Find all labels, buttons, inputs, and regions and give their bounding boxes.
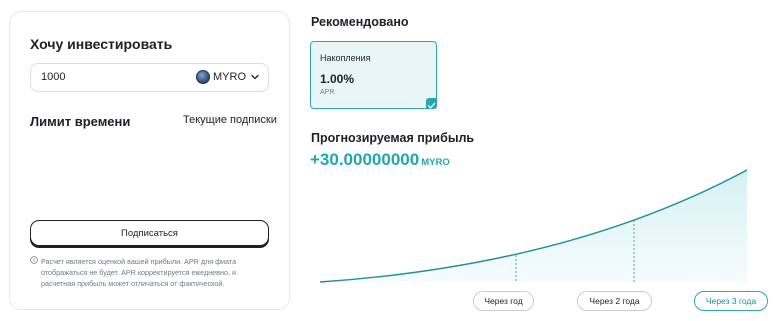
current-subscriptions-link[interactable]: Текущие подписки [183, 114, 277, 126]
period-button-3-years[interactable]: Через 3 года [694, 291, 768, 311]
period-button-1-year[interactable]: Через год [473, 291, 534, 311]
amount-value[interactable]: 1000 [41, 71, 65, 83]
period-button-2-years[interactable]: Через 2 года [577, 291, 652, 311]
checkmark-icon [426, 98, 437, 109]
coin-selector-label[interactable]: MYRO [213, 71, 246, 83]
chevron-down-icon[interactable] [250, 72, 260, 82]
product-name: Накопления [320, 53, 371, 63]
invest-title: Хочу инвестировать [30, 36, 173, 52]
apr-label: APR [320, 89, 335, 96]
recommended-product-card[interactable]: Накопления 1.00% APR [310, 41, 437, 109]
profit-title: Прогнозируемая прибыль [311, 131, 475, 145]
subscribe-button[interactable]: Подписаться [30, 220, 269, 246]
disclaimer-text: Расчет является оценкой вашей прибыли. A… [41, 257, 237, 289]
time-limit-title: Лимит времени [30, 114, 131, 129]
product-apr: 1.00% [320, 72, 355, 86]
profit-area [320, 170, 747, 282]
info-icon [30, 256, 38, 264]
amount-input[interactable]: 1000 MYRO [30, 63, 269, 92]
myro-coin-icon [196, 70, 210, 84]
profit-growth-chart [320, 169, 748, 283]
recommended-title: Рекомендовано [311, 15, 409, 29]
